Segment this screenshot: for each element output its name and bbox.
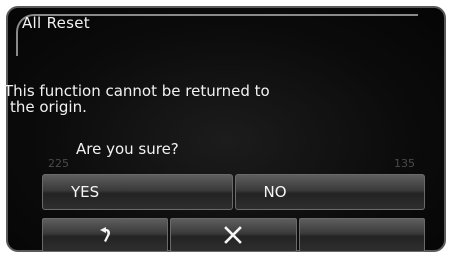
scale-label-left: 225 xyxy=(48,157,69,170)
yes-button-label: YES xyxy=(71,183,100,201)
no-button-label: NO xyxy=(263,183,287,201)
blank-button[interactable] xyxy=(298,218,425,252)
confirm-question: Are you sure? xyxy=(76,140,179,158)
nav-button-row xyxy=(42,218,425,252)
confirm-button-row: YES NO xyxy=(42,174,425,210)
yes-button[interactable]: YES xyxy=(42,174,233,210)
no-button[interactable]: NO xyxy=(234,174,425,210)
back-arrow-icon xyxy=(96,225,114,245)
dialog-panel xyxy=(6,6,446,252)
dialog-title: All Reset xyxy=(22,14,90,32)
screen: All Reset This function cannot be return… xyxy=(0,0,451,257)
close-icon xyxy=(224,226,243,244)
back-button[interactable] xyxy=(42,218,169,252)
message-line-2: the origin. xyxy=(10,98,87,116)
scale-label-right: 135 xyxy=(394,157,415,170)
close-button[interactable] xyxy=(170,218,297,252)
